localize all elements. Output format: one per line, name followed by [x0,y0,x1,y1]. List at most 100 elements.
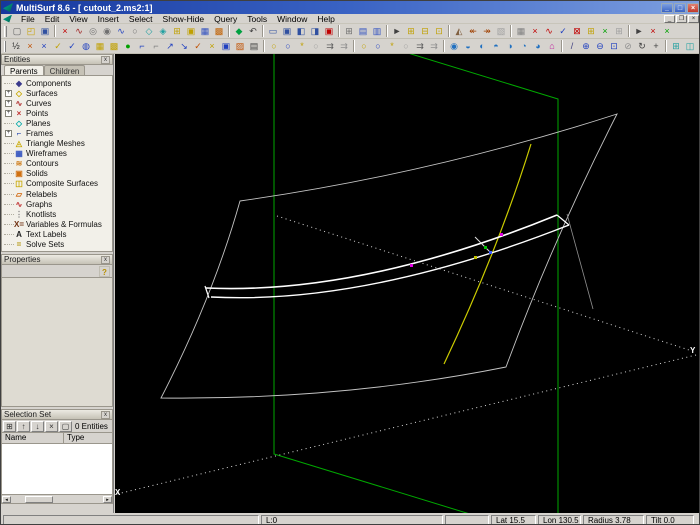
menu-show-hide[interactable]: Show-Hide [158,14,210,24]
grid-yellow-1-icon[interactable]: ▦ [93,40,107,53]
pick-arrow-icon[interactable]: ► [632,25,646,38]
menu-file[interactable]: File [16,14,40,24]
eye-front-icon[interactable]: ◉ [447,40,461,53]
home-view-icon[interactable]: ⌂ [545,40,559,53]
arrow-ne-icon[interactable]: ↗ [163,40,177,53]
mdi-restore-button[interactable]: ❐ [676,14,687,23]
maximize-button[interactable]: □ [674,2,686,13]
tree-item-wireframes[interactable]: ▦ Wireframes [4,149,112,159]
eye-persp-icon[interactable]: ◕ [531,40,545,53]
arrow-se-icon[interactable]: ↘ [177,40,191,53]
print-icon[interactable]: ▤ [247,40,261,53]
render-shade-icon[interactable]: ▩ [212,25,226,38]
view-split-right-icon[interactable]: ◨ [308,25,322,38]
mdi-document-icon[interactable] [3,14,12,23]
mesh-plus-icon[interactable]: ⊞ [612,25,626,38]
new-file-icon[interactable]: ▢ [10,25,24,38]
mdi-close-button[interactable]: × [688,14,699,23]
grid-add-icon[interactable]: ⊞ [404,25,418,38]
undo-icon[interactable]: ↶ [246,25,260,38]
grid-pick-icon[interactable]: ⊡ [432,25,446,38]
hide-bulb-on-icon[interactable]: ○ [357,40,371,53]
link-views-icon[interactable]: ⊞ [342,25,356,38]
tree-item-variables-formulas[interactable]: X= Variables & Formulas [4,219,112,229]
insert-surface-v-icon[interactable]: ◈ [156,25,170,38]
ghost-mode-icon[interactable]: ▧ [494,25,508,38]
tree-item-knotlists[interactable]: ⋮ Knotlists [4,209,112,219]
tree-item-triangle-meshes[interactable]: ◬ Triangle Meshes [4,139,112,149]
move-up-icon[interactable]: ↑ [17,420,30,432]
view-active-icon[interactable]: ▣ [322,25,336,38]
expand-icon[interactable]: + [5,251,12,252]
show-bulb-on-icon[interactable]: ○ [267,40,281,53]
menu-query[interactable]: Query [209,14,242,24]
list-b-icon[interactable]: ▥ [370,25,384,38]
panel-red-icon[interactable]: ▨ [233,40,247,53]
delete-entity-icon[interactable]: × [58,25,72,38]
cutout-curve-selected[interactable] [204,214,570,299]
node-green-icon[interactable]: × [598,25,612,38]
grid-yellow-2-icon[interactable]: ▩ [107,40,121,53]
point-red-icon[interactable]: × [23,40,37,53]
close-button[interactable]: × [687,2,699,13]
toolbar-grip[interactable] [4,40,6,52]
check-blue-icon[interactable]: ✓ [65,40,79,53]
rotate-view-icon[interactable]: ↻ [635,40,649,53]
clear-set-icon[interactable]: ▢ [59,420,72,432]
eye-back-icon[interactable]: ◒ [461,40,475,53]
pick-green-icon[interactable]: × [660,25,674,38]
mesh-grid-icon[interactable]: ▦ [514,25,528,38]
column-type[interactable]: Type [64,433,112,443]
eye-left-icon[interactable]: ◐ [475,40,489,53]
hide-fwd-icon[interactable]: ⇉ [413,40,427,53]
scroll-thumb[interactable] [25,495,53,503]
save-icon[interactable]: ▣ [38,25,52,38]
insert-ring-icon[interactable]: ◉ [100,25,114,38]
tree-item-text-labels[interactable]: A Text Labels [4,229,112,239]
menu-edit[interactable]: Edit [40,14,65,24]
point-blue-icon[interactable]: × [37,40,51,53]
zoom-pen-icon[interactable]: / [565,40,579,53]
list-a-icon[interactable]: ▤ [356,25,370,38]
open-folder-icon[interactable]: ◰ [24,25,38,38]
menu-select[interactable]: Select [124,14,158,24]
select-arrow-icon[interactable]: ► [390,25,404,38]
select-set-grid-icon[interactable]: ⊞ [3,420,16,432]
show-bulb-off-icon[interactable]: ○ [309,40,323,53]
globe-icon[interactable]: ◍ [79,40,93,53]
tree-item-points[interactable]: + × Points [4,108,112,118]
menu-view[interactable]: View [64,14,92,24]
measure-icon[interactable]: ◭ [452,25,466,38]
selection-set-close-icon[interactable]: x [101,410,110,419]
frame-blue-icon[interactable]: ⌐ [135,40,149,53]
menu-tools[interactable]: Tools [242,14,272,24]
remove-item-icon[interactable]: × [45,420,58,432]
insert-surface-u-icon[interactable]: ◇ [142,25,156,38]
pick-red-icon[interactable]: × [646,25,660,38]
properties-close-icon[interactable]: x [101,255,110,264]
surface-patch[interactable] [160,113,618,399]
insert-curve-icon[interactable]: ∿ [72,25,86,38]
yellow-cell-icon[interactable]: ▣ [184,25,198,38]
tree-item-planes[interactable]: ◇ Planes [4,118,112,128]
insert-bead-icon[interactable]: ○ [128,25,142,38]
tree-item-composite-surfaces[interactable]: ◫ Composite Surfaces [4,179,112,189]
tile-windows-icon[interactable]: ⊞ [170,25,184,38]
grid-remove-icon[interactable]: ⊟ [418,25,432,38]
node-grid-icon[interactable]: ⊞ [584,25,598,38]
hide-bulb-off-icon[interactable]: ○ [399,40,413,53]
tree-item-graphs[interactable]: ∿ Graphs [4,199,112,209]
arrow-right-icon[interactable]: ↠ [480,25,494,38]
help-icon[interactable]: ? [99,265,110,277]
node-curve-icon[interactable]: ∿ [542,25,556,38]
show-bulb-blue-icon[interactable]: ○ [281,40,295,53]
zoom-window-icon[interactable]: ⊡ [607,40,621,53]
frame-gray-icon[interactable]: ⌐ [149,40,163,53]
minimize-button[interactable]: _ [661,2,673,13]
copy-1-icon[interactable]: ⊞ [669,40,683,53]
viewport-3d[interactable]: X Y [115,54,699,513]
insert-magnet-icon[interactable]: ◎ [86,25,100,38]
menu-window[interactable]: Window [272,14,312,24]
eye-right-icon[interactable]: ◑ [503,40,517,53]
node-check-icon[interactable]: ✓ [556,25,570,38]
